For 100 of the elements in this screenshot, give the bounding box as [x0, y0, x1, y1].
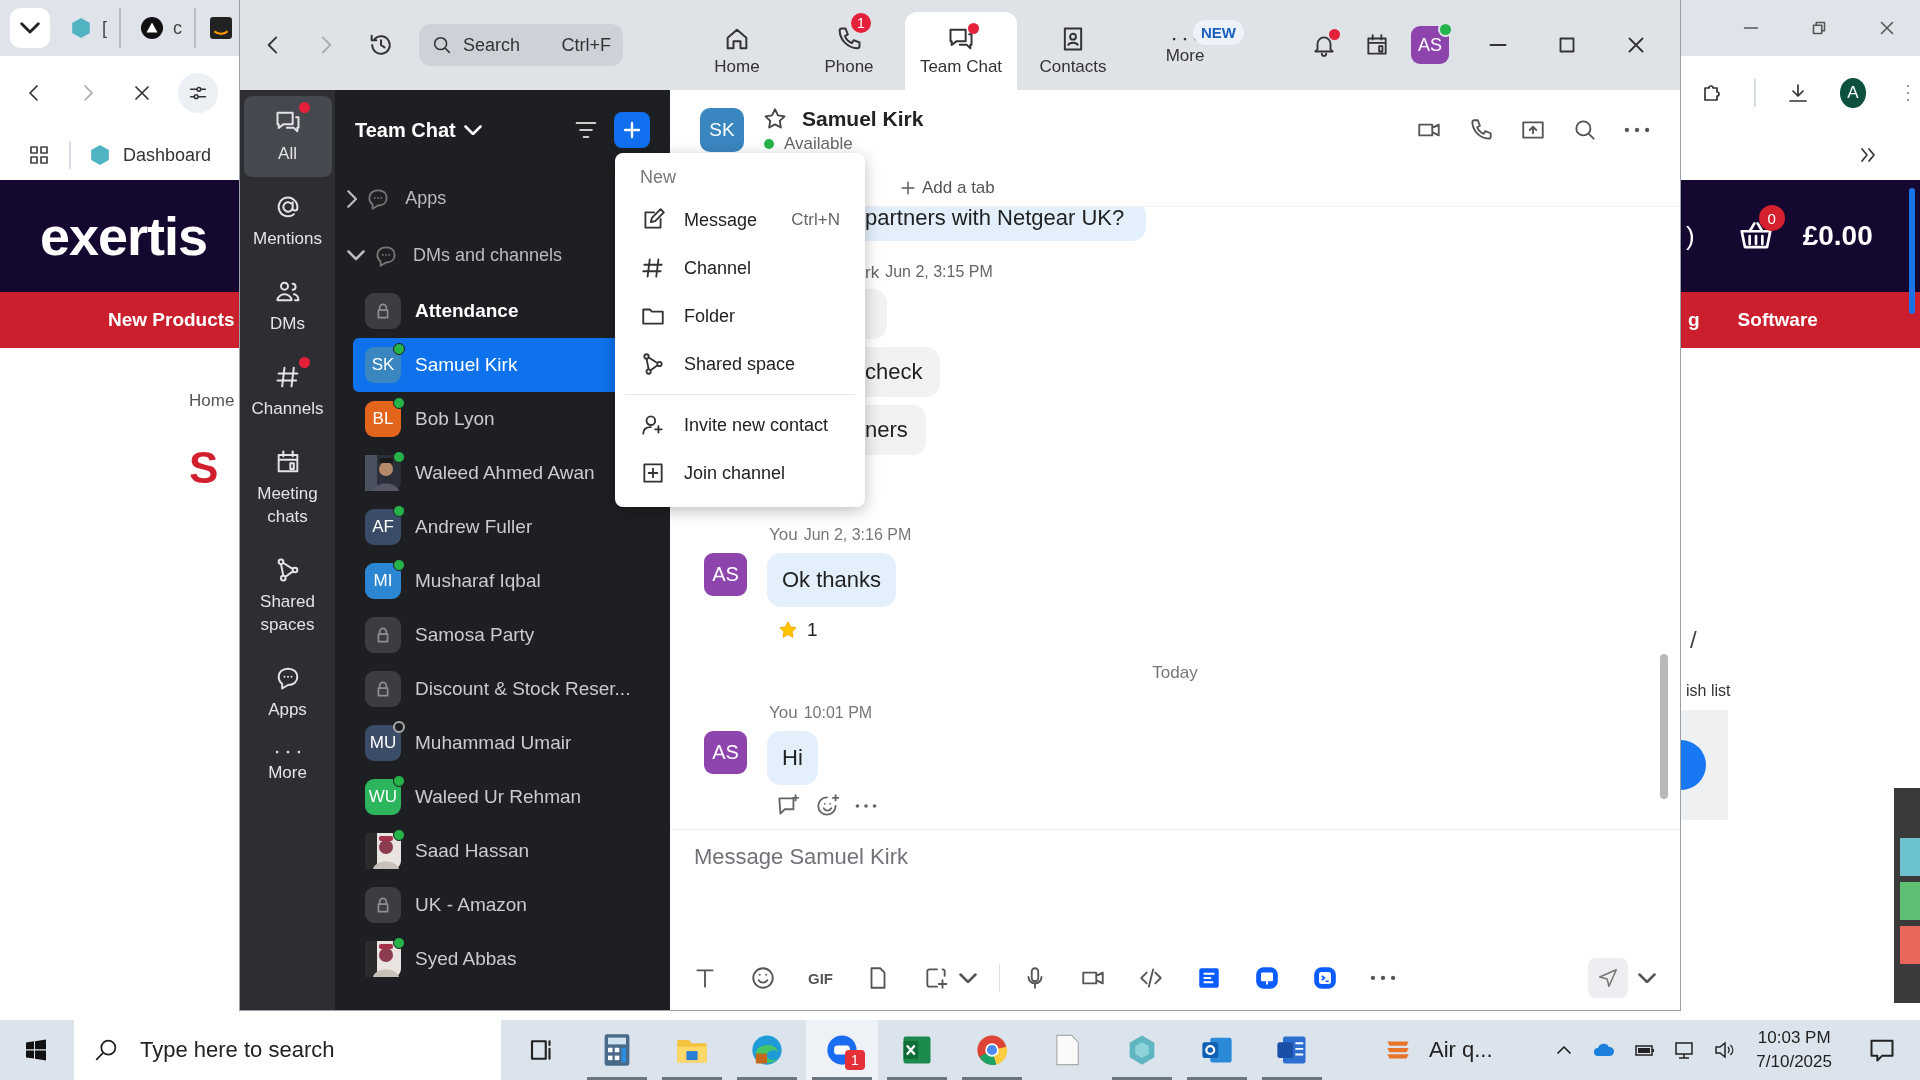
sidebar-item[interactable]: Apps	[243, 652, 332, 733]
profile-avatar[interactable]: AS	[1411, 26, 1449, 64]
hexagon-icon	[70, 17, 92, 39]
taskbar-search-field[interactable]: Type here to search	[74, 1020, 501, 1080]
document-app-icon[interactable]	[1196, 965, 1222, 991]
sidebar-item[interactable]: DMs	[243, 266, 332, 347]
more-icon[interactable]	[1370, 975, 1396, 981]
site-info-button[interactable]	[178, 73, 218, 113]
avatar: AF	[365, 509, 401, 545]
caret-icon	[463, 124, 482, 136]
nav-link[interactable]: Software	[1737, 309, 1818, 331]
globe-icon	[974, 1032, 1010, 1068]
weather-widget[interactable]: Air q...	[1381, 1031, 1493, 1069]
conversation-item[interactable]: Discount & Stock Reser...	[353, 662, 670, 716]
add-tab-button[interactable]: Add a tab	[898, 178, 995, 198]
whiteboard-app-icon[interactable]	[1254, 965, 1280, 991]
cart-total: £0.00	[1802, 220, 1873, 252]
reaction[interactable]: 1	[777, 619, 818, 641]
nav-tab[interactable]: Team Chat	[905, 12, 1017, 90]
sidebar-item[interactable]: More	[243, 737, 332, 797]
nav-tab[interactable]: Contacts	[1017, 12, 1129, 90]
caret-icon	[347, 250, 365, 261]
message-bubble: Ok thanks	[767, 553, 897, 607]
new-button[interactable]	[614, 112, 650, 148]
triangle-logo-icon	[141, 17, 163, 39]
avatar: BL	[365, 401, 401, 437]
conversation-item[interactable]: MI Musharaf Iqbal	[353, 554, 670, 608]
calendar-icon[interactable]	[1364, 32, 1390, 58]
tab-search-button[interactable]	[10, 8, 50, 48]
scrollbar-thumb[interactable]	[1660, 654, 1668, 799]
clock[interactable]: 10:03 PM 7/10/2025	[1756, 1028, 1832, 1072]
caret-icon[interactable]	[959, 972, 977, 984]
contact-status: Available	[784, 134, 853, 154]
add-reaction-icon[interactable]	[815, 793, 841, 819]
nav-tab[interactable]: Home	[681, 12, 793, 90]
nav-tab[interactable]: 1 Phone	[793, 12, 905, 90]
message-time: Jun 2, 3:15 PM	[885, 263, 993, 282]
contact-name: Samuel Kirk	[802, 107, 924, 131]
message-bubble: check	[865, 347, 941, 397]
clip-app-icon[interactable]	[1312, 965, 1338, 991]
nav-tab[interactable]: NEW More	[1129, 12, 1241, 90]
avatar: WU	[365, 779, 401, 815]
message-time: Jun 2, 3:16 PM	[803, 526, 912, 544]
shortcut-text: Ctrl+N	[791, 210, 840, 230]
menu-item[interactable]: Channel	[615, 244, 865, 292]
menu-item[interactable]: Message Ctrl+N	[615, 196, 865, 244]
wishlist-link[interactable]: ish list	[1686, 682, 1731, 700]
conversation-item[interactable]: Syed Abbas	[353, 932, 670, 986]
avatar: MU	[365, 725, 401, 761]
sender-name: You	[769, 525, 798, 545]
hexagon-icon	[89, 144, 111, 166]
chevron-icon	[347, 189, 358, 208]
nodes-icon	[640, 351, 666, 377]
emoji-icon[interactable]	[750, 965, 776, 991]
shopping-logo-icon	[210, 17, 232, 39]
workspace-dropdown[interactable]: Team Chat	[355, 118, 482, 142]
menu-item[interactable]: Folder	[615, 292, 865, 340]
site-logo[interactable]: exertis	[0, 205, 208, 267]
menu-item[interactable]: Join channel	[615, 449, 865, 497]
sidebar-item[interactable]: Meeting chats	[243, 436, 332, 540]
sidebar-item[interactable]: All	[243, 96, 332, 177]
sidebar-item[interactable]: Shared spaces	[243, 544, 332, 648]
sidebar-item[interactable]: Mentions	[243, 181, 332, 262]
apps-grid-icon[interactable]	[27, 143, 51, 167]
browser-icon	[749, 1032, 785, 1068]
gif-button[interactable]: GIF	[808, 969, 833, 987]
conversation-item[interactable]: MU Muhammad Umair	[353, 716, 670, 770]
bookmark-link[interactable]: Dashboard	[89, 144, 212, 166]
cart-count-badge: 0	[1758, 205, 1785, 231]
caret-icon[interactable]	[1638, 972, 1656, 984]
avatar: MI	[365, 563, 401, 599]
conversation-item[interactable]: WU Waleed Ur Rehman	[353, 770, 670, 824]
nav-link[interactable]: g	[1688, 309, 1700, 331]
conversation-item[interactable]: Samosa Party	[353, 608, 670, 662]
new-tag: NEW	[1193, 19, 1244, 45]
profile-avatar[interactable]: A	[1839, 78, 1866, 108]
sender-name: rk	[865, 263, 880, 283]
start-button[interactable]	[24, 1038, 48, 1062]
caret-icon	[20, 22, 40, 34]
message-bubble: ners	[865, 405, 926, 455]
status-dot	[764, 139, 774, 149]
sidebar-item[interactable]: Channels	[243, 351, 332, 432]
nav-link[interactable]: New Products	[108, 309, 235, 331]
send-icon	[1597, 967, 1619, 989]
breadcrumb-link[interactable]: Home	[189, 391, 235, 411]
avatar: SK	[365, 347, 401, 383]
conversation-item[interactable]: Saad Hassan	[353, 824, 670, 878]
browser-tab[interactable]: c	[121, 8, 196, 48]
message-input[interactable]: Message Samuel Kirk	[670, 830, 1680, 884]
search-field[interactable]: Search Ctrl+F	[419, 24, 623, 66]
browser-tab[interactable]: [	[50, 8, 121, 48]
conversation-item[interactable]: UK - Amazon	[353, 878, 670, 932]
screenshot-icon[interactable]	[923, 965, 949, 991]
phone-icon[interactable]	[1468, 117, 1494, 143]
menu-item[interactable]: Invite new contact	[615, 401, 865, 449]
send-button[interactable]	[1588, 958, 1628, 998]
message-time: 10:01 PM	[803, 704, 873, 722]
search-icon[interactable]	[1572, 117, 1598, 143]
taskbar-app[interactable]: 1	[806, 1020, 878, 1080]
contact-avatar: SK	[700, 108, 744, 152]
